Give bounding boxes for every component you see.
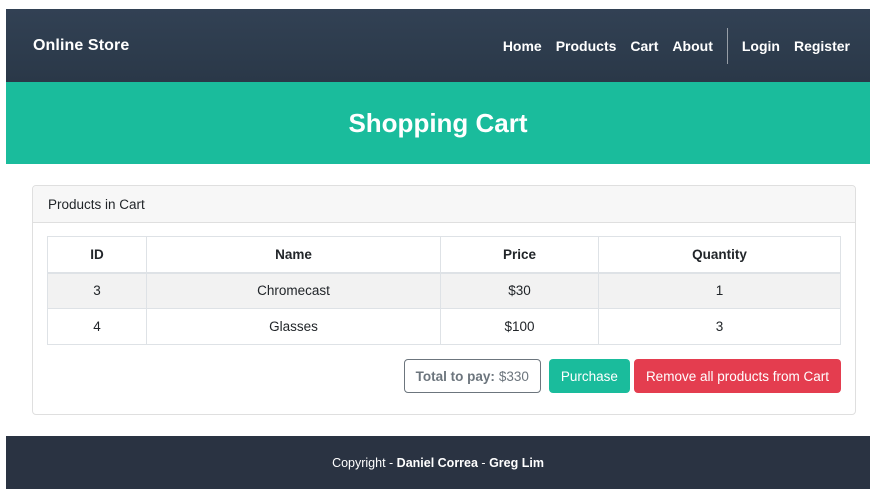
- footer: Copyright - Daniel Correa - Greg Lim: [6, 436, 870, 489]
- card-header: Products in Cart: [33, 186, 855, 223]
- page-header: Shopping Cart: [6, 82, 870, 164]
- nav-link-cart[interactable]: Cart: [630, 38, 658, 54]
- card-body: ID Name Price Quantity 3 Chromecast $30 …: [33, 223, 855, 406]
- cart-actions: Total to pay: $330 Purchase Remove all p…: [47, 359, 841, 393]
- page-title: Shopping Cart: [348, 107, 528, 138]
- nav-link-about[interactable]: About: [672, 38, 712, 54]
- nav-link-home[interactable]: Home: [503, 38, 542, 54]
- cart-card: Products in Cart ID Name Price Quantity …: [32, 185, 856, 415]
- table-row: 3 Chromecast $30 1: [47, 272, 841, 309]
- navbar: Online Store Home Products Cart About Lo…: [6, 9, 870, 82]
- nav-auth-links: Login Register: [742, 38, 850, 54]
- cart-table: ID Name Price Quantity 3 Chromecast $30 …: [47, 236, 841, 345]
- table-row: 4 Glasses $100 3: [47, 308, 841, 345]
- purchase-button[interactable]: Purchase: [548, 359, 630, 393]
- brand-logo[interactable]: Online Store: [33, 37, 129, 55]
- column-header-price: Price: [440, 236, 599, 274]
- column-header-quantity: Quantity: [598, 236, 841, 274]
- remove-all-button[interactable]: Remove all products from Cart: [633, 359, 841, 393]
- footer-author-1: Daniel Correa: [396, 455, 478, 470]
- cell-id: 4: [47, 308, 147, 345]
- nav-links: Home Products Cart About: [503, 38, 713, 54]
- nav-link-register[interactable]: Register: [794, 38, 850, 54]
- cell-quantity: 1: [598, 272, 841, 309]
- nav-divider: [726, 27, 728, 64]
- cell-price: $30: [440, 272, 599, 309]
- cell-id: 3: [47, 272, 147, 309]
- column-header-id: ID: [47, 236, 147, 274]
- table-header-row: ID Name Price Quantity: [47, 236, 841, 274]
- cell-price: $100: [440, 308, 599, 345]
- footer-separator: -: [477, 455, 490, 470]
- nav-link-login[interactable]: Login: [742, 38, 780, 54]
- cell-quantity: 3: [598, 308, 841, 345]
- column-header-name: Name: [146, 236, 441, 274]
- total-label: Total to pay:: [415, 368, 495, 384]
- total-value: $330: [498, 368, 529, 384]
- nav-link-products[interactable]: Products: [556, 38, 617, 54]
- footer-prefix: Copyright -: [332, 455, 397, 470]
- cell-name: Glasses: [146, 308, 441, 345]
- footer-author-2: Greg Lim: [489, 455, 544, 470]
- cell-name: Chromecast: [146, 272, 441, 309]
- total-to-pay: Total to pay: $330: [403, 359, 541, 393]
- footer-copyright: Copyright - Daniel Correa - Greg Lim: [332, 456, 544, 470]
